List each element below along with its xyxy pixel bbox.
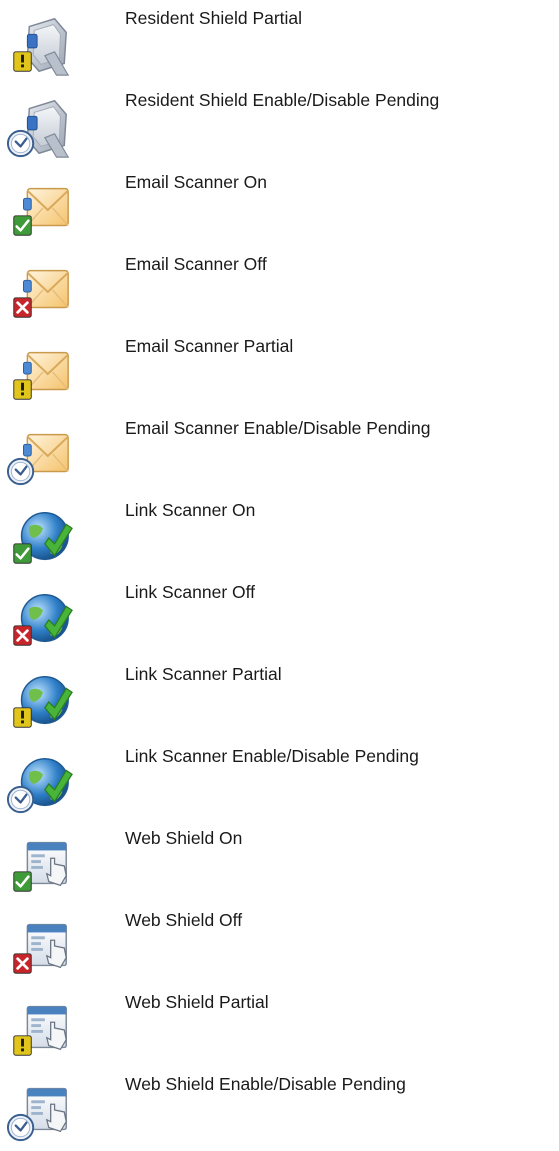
link-scanner-off-icon: [6, 586, 74, 652]
web-shield-off-icon: [6, 914, 74, 980]
legend-row: Web Shield On: [0, 820, 559, 902]
email-scanner-off-icon: [6, 258, 74, 324]
web-shield-pending-icon: [6, 1078, 74, 1144]
legend-row: Web Shield Partial: [0, 984, 559, 1066]
legend-row: Email Scanner Off: [0, 246, 559, 328]
resident-shield-partial-icon: [6, 12, 74, 78]
legend-row: Link Scanner Enable/Disable Pending: [0, 738, 559, 820]
legend-label: Link Scanner Off: [125, 582, 256, 602]
legend-row: Email Scanner On: [0, 164, 559, 246]
legend-label: Link Scanner On: [125, 500, 256, 520]
email-scanner-partial-icon: [6, 340, 74, 406]
legend-label: Email Scanner Off: [125, 254, 267, 274]
legend-label: Link Scanner Partial: [125, 664, 282, 684]
web-shield-on-icon: [6, 832, 74, 898]
legend-row: Link Scanner Off: [0, 574, 559, 656]
legend-label: Web Shield Enable/Disable Pending: [125, 1074, 406, 1094]
email-scanner-pending-icon: [6, 422, 74, 488]
legend-label: Email Scanner Enable/Disable Pending: [125, 418, 431, 438]
legend-label: Link Scanner Enable/Disable Pending: [125, 746, 419, 766]
legend-row: Link Scanner On: [0, 492, 559, 574]
link-scanner-pending-icon: [6, 750, 74, 816]
legend-label: Resident Shield Partial: [125, 8, 303, 28]
legend-label: Web Shield Off: [125, 910, 243, 930]
legend-row: Resident Shield Partial: [0, 0, 559, 82]
link-scanner-on-icon: [6, 504, 74, 570]
email-scanner-on-icon: [6, 176, 74, 242]
legend-label: Web Shield Partial: [125, 992, 269, 1012]
legend-label: Email Scanner On: [125, 172, 268, 192]
legend-label: Email Scanner Partial: [125, 336, 294, 356]
legend-row: Email Scanner Partial: [0, 328, 559, 410]
legend-label: Resident Shield Enable/Disable Pending: [125, 90, 440, 110]
legend-row: Resident Shield Enable/Disable Pending: [0, 82, 559, 164]
link-scanner-partial-icon: [6, 668, 74, 734]
legend-row: Link Scanner Partial: [0, 656, 559, 738]
legend-row: Email Scanner Enable/Disable Pending: [0, 410, 559, 492]
resident-shield-pending-icon: [6, 94, 74, 160]
web-shield-partial-icon: [6, 996, 74, 1062]
legend-label: Web Shield On: [125, 828, 243, 848]
legend-row: Web Shield Enable/Disable Pending: [0, 1066, 559, 1148]
legend-row: Web Shield Off: [0, 902, 559, 984]
